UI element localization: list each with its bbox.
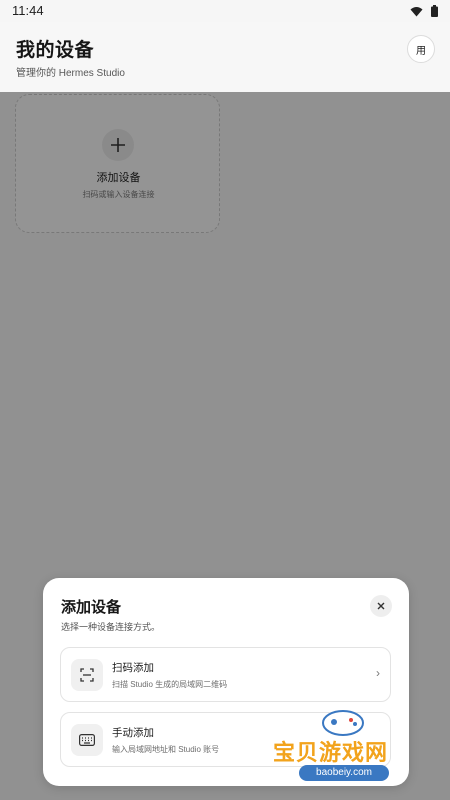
chevron-right-icon: › <box>376 666 380 680</box>
manual-add-subtitle: 输入局域网地址和 Studio 账号 <box>112 745 220 754</box>
user-avatar-button[interactable]: 用 <box>407 35 435 63</box>
dialog-subtitle: 选择一种设备连接方式。 <box>61 622 161 632</box>
status-icons <box>410 4 438 22</box>
status-bar: 11:44 <box>0 0 450 22</box>
scan-icon <box>71 659 103 691</box>
close-button[interactable] <box>370 595 392 617</box>
dialog-title: 添加设备 <box>61 599 122 616</box>
app-header: 我的设备 管理你的 Hermes Studio 用 <box>0 22 450 92</box>
keyboard-icon <box>71 724 103 756</box>
page-subtitle: 管理你的 Hermes Studio <box>16 68 125 79</box>
battery-icon <box>431 4 438 22</box>
scan-add-subtitle: 扫描 Studio 生成的局域网二维码 <box>112 680 228 689</box>
watermark-url: baobeiy.com <box>299 765 389 781</box>
close-icon <box>377 599 385 613</box>
watermark-text: 宝贝游戏网 <box>273 740 389 765</box>
wifi-icon <box>410 4 423 22</box>
manual-add-title: 手动添加 <box>112 727 154 739</box>
scan-add-option[interactable]: 扫码添加 扫描 Studio 生成的局域网二维码 › <box>60 647 391 702</box>
scan-add-title: 扫码添加 <box>112 662 154 674</box>
status-time: 11:44 <box>12 3 44 18</box>
page-title: 我的设备 <box>16 40 95 61</box>
watermark-logo: 宝贝游戏网 baobeiy.com <box>273 705 423 790</box>
